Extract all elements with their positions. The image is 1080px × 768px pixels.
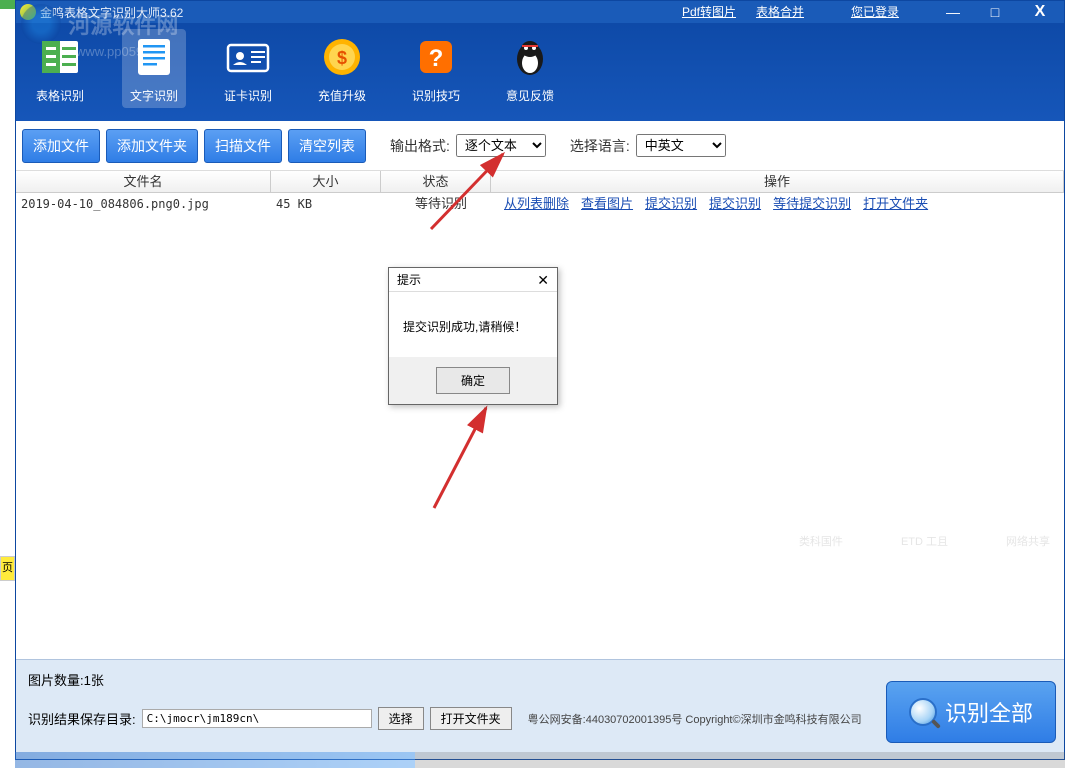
maximize-button[interactable]: □ <box>974 1 1016 23</box>
file-table: 文件名 大小 状态 操作 2019-04-10_084806.png0.jpg … <box>16 171 1064 215</box>
background-bottom-bar <box>415 752 1065 768</box>
link-pdf-to-image[interactable]: Pdf转图片 <box>682 1 736 23</box>
save-path-label: 识别结果保存目录: <box>28 709 136 728</box>
dialog-ok-button[interactable]: 确定 <box>436 367 510 394</box>
language-label: 选择语言: <box>570 136 630 156</box>
tab-recharge[interactable]: $ 充值升级 <box>310 29 374 108</box>
dialog-body: 提交识别成功,请稍候！ <box>389 292 557 357</box>
background-side-tab: 页 <box>0 556 15 581</box>
login-status-link[interactable]: 您已登录 <box>851 5 899 19</box>
text-doc-icon <box>130 33 178 81</box>
col-ops-header[interactable]: 操作 <box>491 171 1064 192</box>
tab-feedback[interactable]: 意见反馈 <box>498 29 562 108</box>
op-view-image[interactable]: 查看图片 <box>581 193 633 215</box>
op-submit-ocr-2[interactable]: 提交识别 <box>709 193 761 215</box>
open-folder-button[interactable]: 打开文件夹 <box>430 707 512 730</box>
dialog-title: 提示 <box>397 268 421 291</box>
link-table-merge[interactable]: 表格合并 <box>756 1 804 23</box>
image-count-label: 图片数量:1张 <box>28 670 104 689</box>
save-path-input[interactable] <box>142 709 372 728</box>
svg-text:?: ? <box>429 45 444 72</box>
language-select[interactable]: 中英文 <box>636 134 726 157</box>
op-submit-ocr[interactable]: 提交识别 <box>645 193 697 215</box>
col-filename-header[interactable]: 文件名 <box>16 171 271 192</box>
output-format-select[interactable]: 逐个文本 <box>456 134 546 157</box>
cell-status: 等待识别 <box>386 193 496 215</box>
add-file-button[interactable]: 添加文件 <box>22 129 100 163</box>
minimize-button[interactable]: — <box>932 1 974 23</box>
titlebar: 金鸣表格文字识别大师3.62 Pdf转图片 表格合并 您已登录 — □ X 河源… <box>16 1 1064 121</box>
app-title: 金鸣表格文字识别大师3.62 <box>40 4 183 21</box>
background-left-strip <box>0 0 15 768</box>
app-icon <box>20 4 36 20</box>
tab-table-ocr[interactable]: 表格识别 <box>28 29 92 108</box>
alert-dialog: 提示 ✕ 提交识别成功,请稍候！ 确定 <box>388 267 558 405</box>
table-icon <box>36 33 84 81</box>
clear-list-button[interactable]: 清空列表 <box>288 129 366 163</box>
magnify-icon <box>909 698 937 726</box>
background-bottom-watermark <box>15 752 415 768</box>
tab-id-card-ocr[interactable]: 证卡识别 <box>216 29 280 108</box>
close-button[interactable]: X <box>1016 1 1064 23</box>
add-folder-button[interactable]: 添加文件夹 <box>106 129 198 163</box>
col-size-header[interactable]: 大小 <box>271 171 381 192</box>
col-status-header[interactable]: 状态 <box>381 171 491 192</box>
dialog-close-button[interactable]: ✕ <box>537 268 549 291</box>
output-format-label: 输出格式: <box>390 136 450 156</box>
table-row[interactable]: 2019-04-10_084806.png0.jpg 45 KB 等待识别 从列… <box>16 193 1064 215</box>
scan-file-button[interactable]: 扫描文件 <box>204 129 282 163</box>
id-card-icon <box>224 33 272 81</box>
recognize-all-button[interactable]: 识别全部 <box>886 681 1056 743</box>
action-bar: 添加文件 添加文件夹 扫描文件 清空列表 输出格式: 逐个文本 选择语言: 中英… <box>16 121 1064 171</box>
footer-copyright: 粤公网安备:44030702001395号 Copyright©深圳市金鸣科技有… <box>528 711 862 727</box>
question-icon: ? <box>412 33 460 81</box>
bottom-panel: 图片数量:1张 识别结果保存目录: 选择 打开文件夹 粤公网安备:4403070… <box>16 659 1064 759</box>
op-wait-submit[interactable]: 等待提交识别 <box>773 193 851 215</box>
cell-filename: 2019-04-10_084806.png0.jpg <box>21 193 276 215</box>
op-open-folder[interactable]: 打开文件夹 <box>863 193 928 215</box>
svg-text:$: $ <box>337 48 347 68</box>
tab-tips[interactable]: ? 识别技巧 <box>404 29 468 108</box>
browse-button[interactable]: 选择 <box>378 707 424 730</box>
op-remove-from-list[interactable]: 从列表删除 <box>504 193 569 215</box>
cell-size: 45 KB <box>276 193 386 215</box>
coin-icon: $ <box>318 33 366 81</box>
tab-text-ocr[interactable]: 文字识别 <box>122 29 186 108</box>
penguin-icon <box>506 33 554 81</box>
